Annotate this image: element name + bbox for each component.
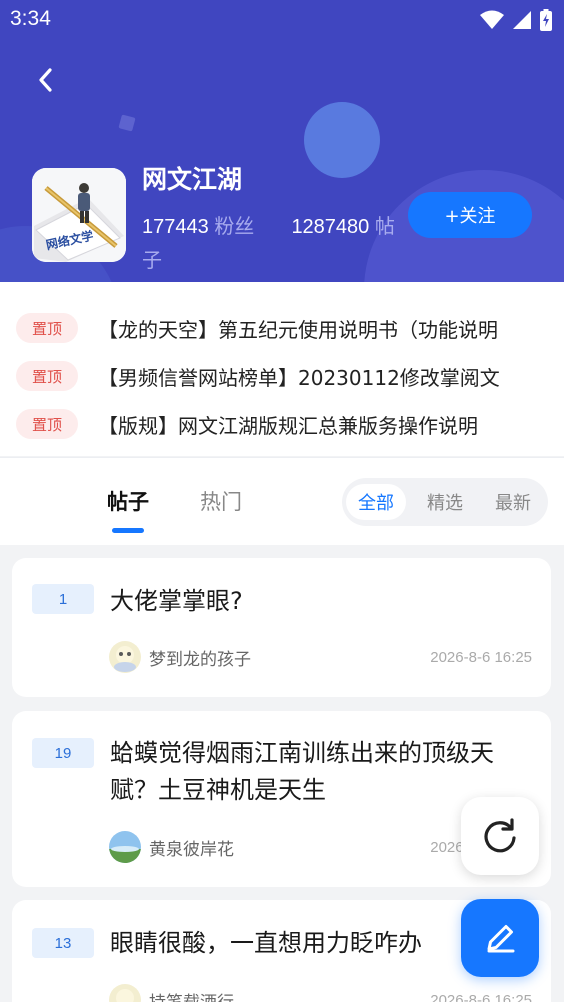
- pinned-badge: 置顶: [16, 313, 78, 343]
- refresh-icon: [484, 818, 516, 853]
- wifi-icon: [480, 10, 504, 29]
- pinned-badge: 置顶: [16, 409, 78, 439]
- pinned-post[interactable]: 置顶 【版规】网文江湖版规汇总兼版务操作说明: [0, 400, 564, 448]
- reply-count-badge: 13: [32, 928, 94, 958]
- post-card[interactable]: 1 大佬掌掌眼? 梦到龙的孩子 2026-8-6 16:25: [12, 558, 551, 697]
- post-author[interactable]: 黄泉彼岸花: [109, 831, 234, 863]
- pinned-title: 【龙的天空】第五纪元使用说明书（功能说明: [98, 317, 498, 342]
- forum-avatar: 网络文学: [32, 168, 126, 262]
- header-decoration: [304, 102, 380, 178]
- author-name: 梦到龙的孩子: [149, 649, 251, 670]
- tab-posts[interactable]: 帖子: [107, 486, 149, 516]
- forum-stats: 177443 粉丝 1287480 帖子: [142, 210, 398, 278]
- author-avatar: [109, 641, 141, 673]
- edit-pen-icon: [487, 925, 515, 953]
- battery-icon: [540, 9, 552, 31]
- tab-hot[interactable]: 热门: [200, 486, 242, 516]
- forum-name: 网文江湖: [142, 165, 243, 194]
- status-bar: 3:34: [0, 0, 564, 38]
- post-author[interactable]: 持笔载酒行: [109, 984, 234, 1002]
- filter-latest[interactable]: 最新: [483, 484, 543, 520]
- compose-post-button[interactable]: [461, 899, 539, 977]
- post-tabs: 帖子 热门 全部 精选 最新: [0, 457, 564, 545]
- author-name: 持笔载酒行: [149, 988, 234, 1002]
- pinned-post[interactable]: 置顶 【龙的天空】第五纪元使用说明书（功能说明: [0, 304, 564, 352]
- back-arrow-icon: [39, 68, 52, 92]
- fans-label: 粉丝: [214, 216, 255, 238]
- pinned-post[interactable]: 置顶 【男频信誉网站榜单】20230112修改掌阅文: [0, 352, 564, 400]
- author-avatar: [109, 831, 141, 863]
- pinned-title: 【版规】网文江湖版规汇总兼版务操作说明: [98, 413, 478, 438]
- post-filter: 全部 精选 最新: [342, 478, 548, 526]
- status-icons: [480, 9, 552, 31]
- post-time: 2026-8-6 16:25: [430, 649, 532, 666]
- header-decoration: [118, 114, 136, 132]
- reply-count-badge: 19: [32, 738, 94, 768]
- post-author[interactable]: 梦到龙的孩子: [109, 641, 251, 673]
- post-title: 大佬掌掌眼?: [110, 587, 243, 615]
- filter-featured[interactable]: 精选: [415, 484, 475, 520]
- follow-button[interactable]: +关注: [408, 192, 532, 238]
- forum-logo: 网络文学: [32, 168, 126, 262]
- active-tab-indicator: [112, 528, 144, 533]
- post-time: 2026-8-6 16:25: [430, 992, 532, 1002]
- pinned-badge: 置顶: [16, 361, 78, 391]
- post-title: 蛤蟆觉得烟雨江南训练出来的顶级天赋？土豆神机是天生: [110, 739, 494, 804]
- back-button[interactable]: [28, 62, 64, 98]
- status-time: 3:34: [10, 7, 51, 30]
- author-avatar: [109, 984, 141, 1002]
- pinned-title: 【男频信誉网站榜单】20230112修改掌阅文: [98, 365, 500, 390]
- signal-icon: [513, 11, 531, 29]
- pinned-posts: 置顶 【龙的天空】第五纪元使用说明书（功能说明 置顶 【男频信誉网站榜单】202…: [0, 282, 564, 456]
- fans-count: 177443: [142, 216, 209, 238]
- posts-count: 1287480: [291, 216, 370, 238]
- author-name: 黄泉彼岸花: [149, 839, 234, 860]
- filter-all[interactable]: 全部: [346, 484, 406, 520]
- reply-count-badge: 1: [32, 584, 94, 614]
- refresh-button[interactable]: [461, 797, 539, 875]
- forum-header: 3:34 网络文学 网文江湖 177443 粉丝 1287480 帖子 +关注: [0, 0, 564, 282]
